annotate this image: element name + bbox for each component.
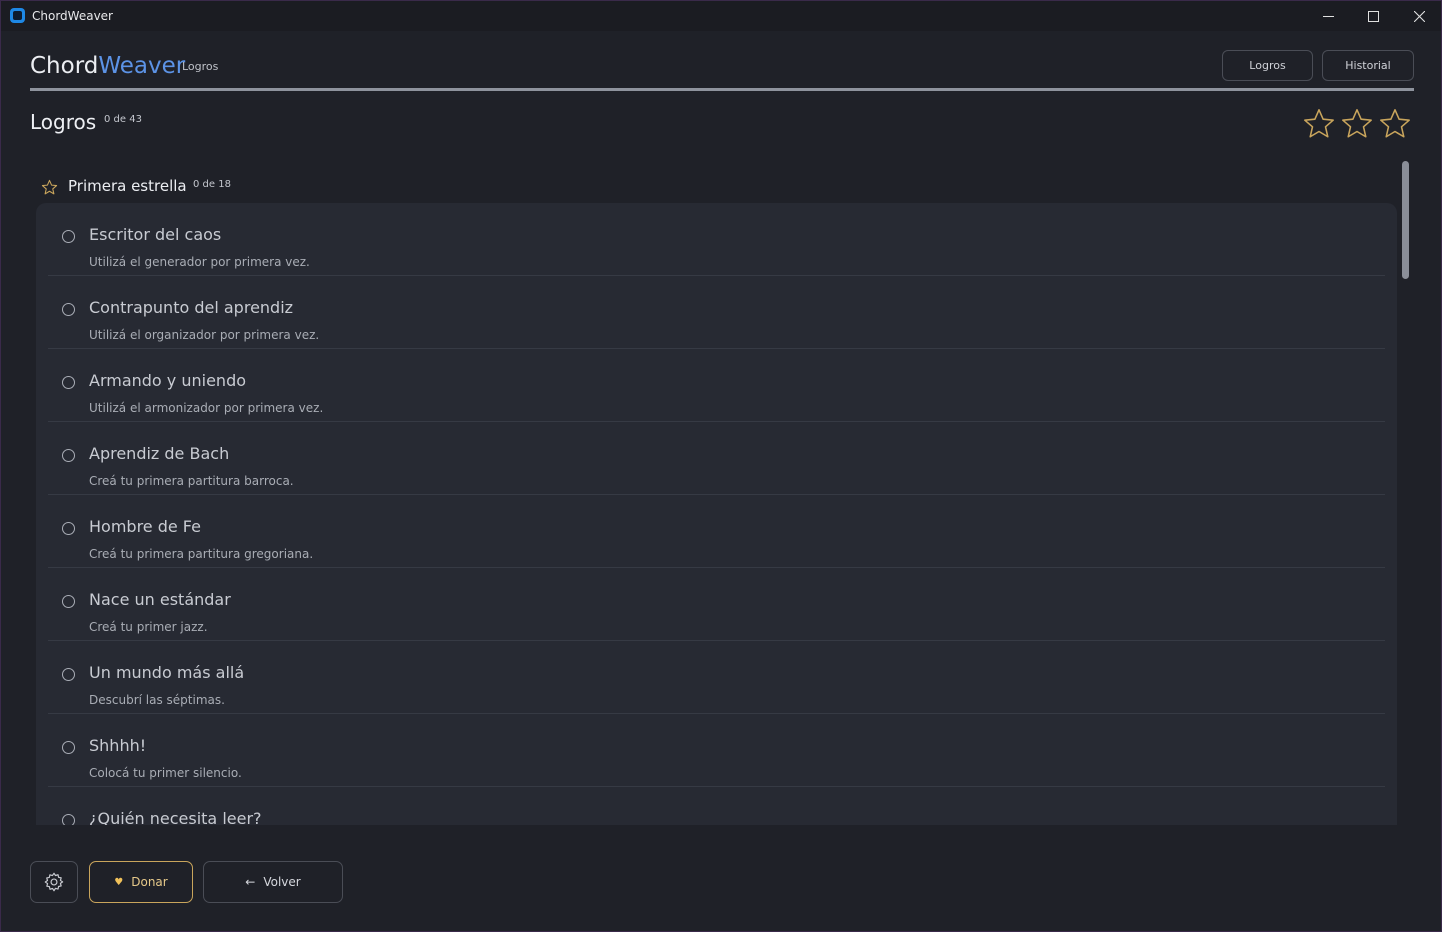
locked-circle-icon xyxy=(62,303,75,316)
locked-circle-icon xyxy=(62,814,75,825)
close-button[interactable] xyxy=(1396,1,1441,31)
minimize-button[interactable] xyxy=(1305,1,1351,31)
achievement-description: Utilizá el organizador por primera vez. xyxy=(89,328,320,342)
maximize-button[interactable] xyxy=(1350,1,1396,31)
page-title: Logros xyxy=(30,110,97,134)
star-icon xyxy=(1304,109,1334,138)
section-title: Primera estrella xyxy=(68,177,187,195)
achievements-card: Escritor del caos Utilizá el generador p… xyxy=(36,203,1397,825)
nav-historial-button[interactable]: Historial xyxy=(1322,50,1414,81)
locked-circle-icon xyxy=(62,376,75,389)
achievement-description: Utilizá el generador por primera vez. xyxy=(89,255,310,269)
locked-circle-icon xyxy=(62,595,75,608)
minimize-icon xyxy=(1322,15,1334,17)
section-progress-count: 0 de 18 xyxy=(193,179,231,190)
achievement-title: Hombre de Fe xyxy=(89,517,201,536)
scrollbar-thumb[interactable] xyxy=(1402,161,1409,279)
star-icon xyxy=(1342,109,1372,138)
nav-logros-button[interactable]: Logros xyxy=(1222,50,1313,81)
achievement-title: Un mundo más allá xyxy=(89,663,245,682)
achievement-description: Creá tu primer jazz. xyxy=(89,620,208,634)
back-label: Volver xyxy=(263,875,301,889)
locked-circle-icon xyxy=(62,230,75,243)
achievement-item: ¿Quién necesita leer? xyxy=(48,787,1385,825)
achievement-item: Contrapunto del aprendiz Utilizá el orga… xyxy=(48,276,1385,349)
header-divider xyxy=(30,88,1414,91)
achievement-item: Aprendiz de Bach Creá tu primera partitu… xyxy=(48,422,1385,495)
back-button[interactable]: ← Volver xyxy=(203,861,343,903)
locked-circle-icon xyxy=(62,449,75,462)
app-icon xyxy=(10,8,25,23)
donate-button[interactable]: ♥ Donar xyxy=(89,861,193,903)
achievement-item: Escritor del caos Utilizá el generador p… xyxy=(48,203,1385,276)
achievement-item: Nace un estándar Creá tu primer jazz. xyxy=(48,568,1385,641)
section-star-icon xyxy=(41,179,58,195)
locked-circle-icon xyxy=(62,741,75,754)
achievement-title: Contrapunto del aprendiz xyxy=(89,298,294,317)
donate-label: Donar xyxy=(131,875,168,889)
achievement-title: Shhhh! xyxy=(89,736,147,755)
locked-circle-icon xyxy=(62,522,75,535)
brand-part-1: Chord xyxy=(30,53,99,79)
achievement-item: Armando y uniendo Utilizá el armonizador… xyxy=(48,349,1385,422)
window-title: ChordWeaver xyxy=(32,9,113,23)
settings-button[interactable] xyxy=(30,861,78,903)
arrow-left-icon: ← xyxy=(245,875,256,889)
achievement-description: Creá tu primera partitura gregoriana. xyxy=(89,547,314,561)
achievement-title: Armando y uniendo xyxy=(89,371,247,390)
achievement-description: Colocá tu primer silencio. xyxy=(89,766,242,780)
brand-logo: ChordWeaver xyxy=(30,53,185,79)
achievement-description: Utilizá el armonizador por primera vez. xyxy=(89,401,324,415)
achievement-description: Creá tu primera partitura barroca. xyxy=(89,474,294,488)
achievement-item: Shhhh! Colocá tu primer silencio. xyxy=(48,714,1385,787)
achievement-item: Hombre de Fe Creá tu primera partitura g… xyxy=(48,495,1385,568)
achievement-description: Descubrí las séptimas. xyxy=(89,693,225,707)
title-bar: ChordWeaver xyxy=(1,1,1441,31)
heart-icon: ♥ xyxy=(114,876,124,888)
star-icon xyxy=(1380,109,1410,138)
app-window: ChordWeaver ChordWeaver Logros Logros Hi… xyxy=(0,0,1442,932)
achievements-list[interactable]: Escritor del caos Utilizá el generador p… xyxy=(36,203,1397,825)
gear-icon xyxy=(44,872,64,892)
achievement-title: Aprendiz de Bach xyxy=(89,444,230,463)
locked-circle-icon xyxy=(62,668,75,681)
achievement-title: Nace un estándar xyxy=(89,590,231,609)
close-icon xyxy=(1413,10,1425,22)
brand-part-2: Weaver xyxy=(98,53,186,79)
page-progress-count: 0 de 43 xyxy=(104,114,142,125)
achievement-title: Escritor del caos xyxy=(89,225,222,244)
achievement-item: Un mundo más allá Descubrí las séptimas. xyxy=(48,641,1385,714)
achievement-title: ¿Quién necesita leer? xyxy=(89,809,262,825)
header-subtitle: Logros xyxy=(182,60,219,73)
maximize-icon xyxy=(1367,10,1379,22)
